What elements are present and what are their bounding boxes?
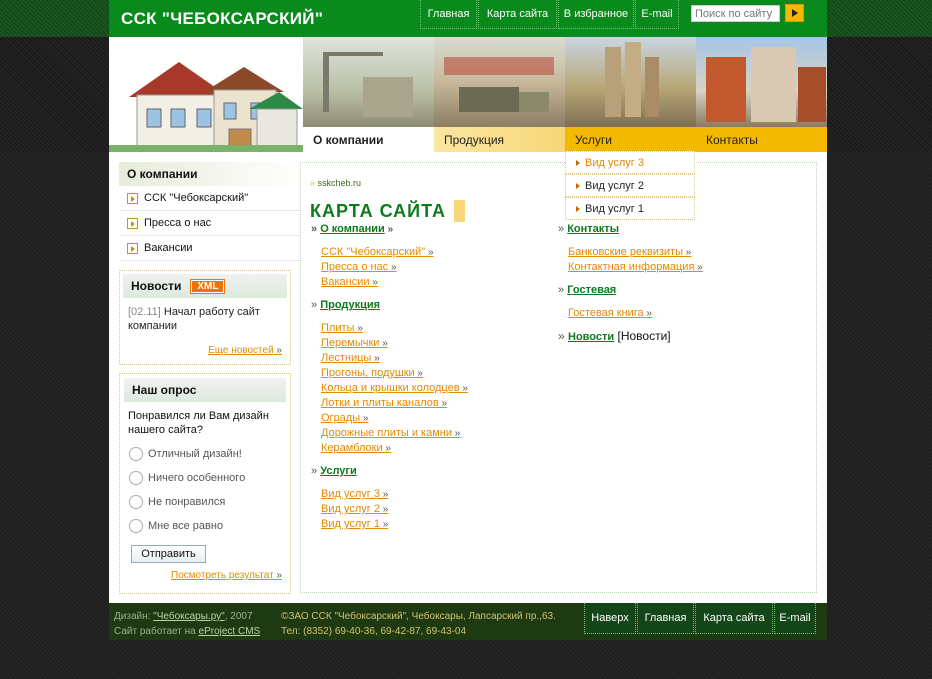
menu-contacts[interactable]: Контакты bbox=[696, 127, 827, 152]
radio-button[interactable] bbox=[129, 471, 143, 485]
sitemap-link[interactable]: Банковские реквизиты bbox=[568, 246, 691, 258]
radio-button[interactable] bbox=[129, 447, 143, 461]
sitemap-link[interactable]: Лестницы bbox=[321, 352, 380, 364]
dropdown-item-1[interactable]: Вид услуг 1 bbox=[565, 197, 695, 220]
topnav-home[interactable]: Главная bbox=[420, 0, 477, 29]
sitemap-link[interactable]: Вид услуг 3 bbox=[321, 488, 388, 500]
sidebar-item-press[interactable]: Пресса о нас bbox=[119, 211, 300, 236]
poll-option[interactable]: Отличный дизайн! bbox=[129, 442, 281, 466]
breadcrumb: » sskcheb.ru bbox=[310, 178, 362, 188]
radio-button[interactable] bbox=[129, 495, 143, 509]
sitemap-link[interactable]: Гостевая книга bbox=[568, 307, 652, 319]
photo-apartment-buildings bbox=[696, 37, 827, 127]
sitemap-link[interactable]: Вид услуг 1 bbox=[321, 518, 388, 530]
sitemap-col-1: » О компании ССК "Чебоксарский" Пресса о… bbox=[311, 222, 468, 532]
main-menu: О компании Продукция Услуги Контакты bbox=[303, 127, 827, 152]
footer-credits: Дизайн: "Чебоксары.ру", 2007 Сайт работа… bbox=[114, 611, 261, 637]
sitemap-section[interactable]: » Новости [Новости] bbox=[558, 329, 703, 345]
news-item: [02.11] Начал работу сайт компании bbox=[120, 301, 290, 337]
sitemap-link[interactable]: ССК "Чебоксарский" bbox=[321, 246, 434, 258]
poll-title: Наш опрос bbox=[124, 378, 286, 402]
news-date: [02.11] bbox=[128, 306, 161, 318]
sitemap-link[interactable]: Лотки и плиты каналов bbox=[321, 397, 447, 409]
poll-option[interactable]: Не понравился bbox=[129, 490, 281, 514]
menu-services[interactable]: Услуги bbox=[565, 127, 696, 152]
footer-sitemap-link[interactable]: Карта сайта bbox=[695, 603, 773, 634]
arrow-right-icon bbox=[127, 217, 138, 229]
sitemap-col-2: » Контакты Банковские реквизиты Контактн… bbox=[558, 222, 703, 345]
topnav-sitemap[interactable]: Карта сайта bbox=[478, 0, 557, 29]
photo-trucks bbox=[434, 37, 565, 127]
topnav-favorites[interactable]: В избранное bbox=[558, 0, 634, 29]
cms-link[interactable]: eProject CMS bbox=[199, 626, 261, 637]
dropdown-item-2[interactable]: Вид услуг 2 bbox=[565, 174, 695, 197]
sitemap-link[interactable]: Кольца и крышки колодцев bbox=[321, 382, 468, 394]
news-title: Новости bbox=[131, 279, 182, 293]
poll-option[interactable]: Ничего особенного bbox=[129, 466, 281, 490]
radio-button[interactable] bbox=[129, 519, 143, 533]
menu-products[interactable]: Продукция bbox=[434, 127, 565, 152]
design-link[interactable]: "Чебоксары.ру" bbox=[153, 611, 225, 622]
arrow-right-icon bbox=[127, 192, 138, 204]
footer-contacts: ©ЗАО ССК "Чебоксарский", Чебоксары, Лапс… bbox=[281, 609, 556, 639]
marker-icon bbox=[576, 205, 580, 212]
poll-options: Отличный дизайн! Ничего особенного Не по… bbox=[120, 440, 290, 540]
sidebar-about-title: О компании bbox=[119, 162, 300, 186]
poll-submit-button[interactable]: Отправить bbox=[131, 545, 206, 563]
sitemap-link[interactable]: Пресса о нас bbox=[321, 261, 397, 273]
sitemap-section[interactable]: » Гостевая bbox=[558, 283, 703, 298]
search-input[interactable] bbox=[691, 5, 780, 22]
arrow-right-icon bbox=[127, 242, 138, 254]
sitemap-link[interactable]: Дорожные плиты и камни bbox=[321, 427, 460, 439]
sitemap-link[interactable]: Керамблоки bbox=[321, 442, 391, 454]
sitemap-section[interactable]: » Продукция bbox=[311, 298, 468, 313]
sitemap-link[interactable]: Плиты bbox=[321, 322, 363, 334]
xml-rss-badge[interactable]: XML bbox=[190, 278, 226, 294]
sidebar-item-company[interactable]: ССК "Чебоксарский" bbox=[119, 186, 300, 211]
footer-top-link[interactable]: Наверх bbox=[584, 603, 636, 634]
sitemap-link[interactable]: Вид услуг 2 bbox=[321, 503, 388, 515]
poll-option[interactable]: Мне все равно bbox=[129, 514, 281, 538]
sitemap-section[interactable]: » Услуги bbox=[311, 464, 468, 479]
news-header: Новости XML bbox=[123, 274, 287, 298]
photo-factory bbox=[565, 37, 696, 127]
poll-question: Понравился ли Вам дизайн нашего сайта? bbox=[128, 410, 269, 436]
title-accent bbox=[453, 200, 465, 222]
sitemap-section[interactable]: » Контакты bbox=[558, 222, 703, 237]
phones: Тел: (8352) 69-40-36, 69-42-87, 69-43-04 bbox=[281, 626, 467, 637]
dropdown-item-3[interactable]: Вид услуг 3 bbox=[565, 151, 695, 174]
site-logo[interactable]: ССК "ЧЕБОКСАРСКИЙ" bbox=[121, 9, 323, 29]
sitemap-link[interactable]: Вакансии bbox=[321, 276, 378, 288]
footer-home-link[interactable]: Главная bbox=[637, 603, 694, 634]
poll-block: Наш опрос Понравился ли Вам дизайн нашег… bbox=[119, 373, 291, 594]
marker-icon bbox=[576, 182, 580, 189]
sitemap-link[interactable]: Ограды bbox=[321, 412, 368, 424]
sitemap-link[interactable]: Перемычки bbox=[321, 337, 388, 349]
sitemap-section[interactable]: » О компании bbox=[311, 222, 468, 237]
photo-construction-site bbox=[303, 37, 434, 127]
news-more[interactable]: Еще новостей bbox=[208, 345, 282, 356]
poll-results[interactable]: Посмотреть результат bbox=[171, 570, 282, 581]
news-block: Новости XML [02.11] Начал работу сайт ко… bbox=[119, 270, 291, 365]
page-title: КАРТА САЙТА bbox=[310, 200, 465, 222]
copyright: ©ЗАО ССК "Чебоксарский", Чебоксары, Лапс… bbox=[281, 611, 556, 622]
topnav-email[interactable]: E-mail bbox=[635, 0, 679, 29]
sitemap-link[interactable]: Контактная информация bbox=[568, 261, 703, 273]
menu-about[interactable]: О компании bbox=[303, 127, 434, 152]
marker-icon bbox=[576, 159, 580, 166]
search-button[interactable] bbox=[785, 4, 804, 22]
sitemap-link[interactable]: Прогоны, подушки bbox=[321, 367, 423, 379]
house-illustration bbox=[109, 37, 303, 152]
sidebar-about: О компании ССК "Чебоксарский" Пресса о н… bbox=[119, 162, 300, 262]
footer-email-link[interactable]: E-mail bbox=[774, 603, 816, 634]
sidebar-item-vacancies[interactable]: Вакансии bbox=[119, 236, 300, 261]
